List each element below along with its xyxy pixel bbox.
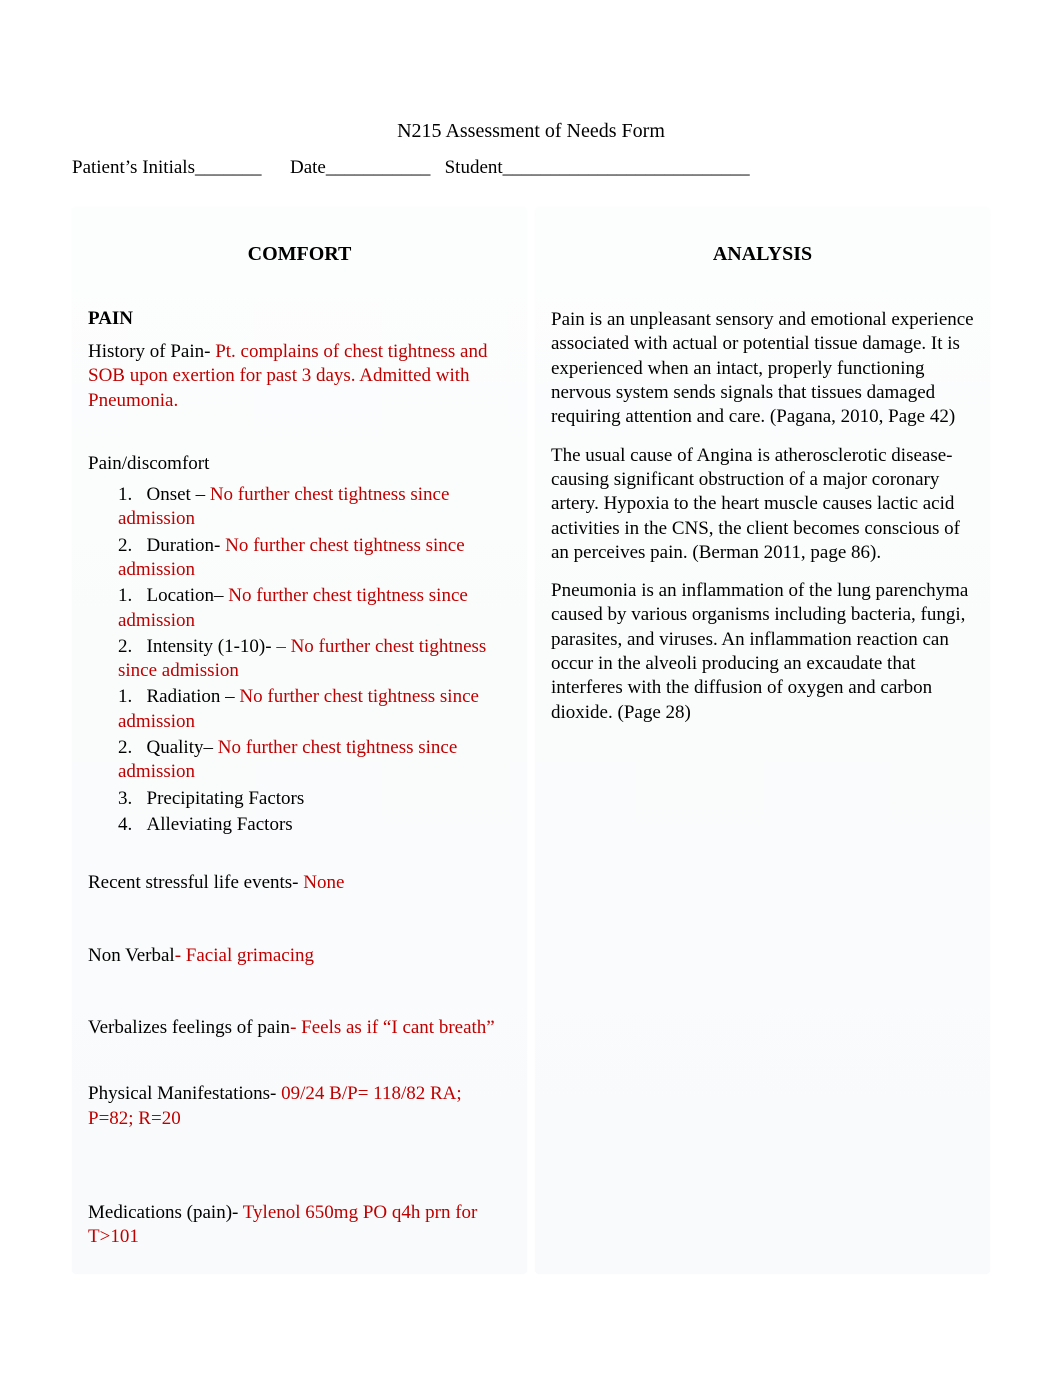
list-item: 1. Onset – No further chest tightness si… — [118, 483, 511, 532]
history-label: History of Pain- — [88, 341, 215, 362]
comfort-column: COMFORT PAIN History of Pain- Pt. compla… — [72, 207, 527, 1274]
list-item: 1. Location– No further chest tightness … — [118, 584, 511, 633]
list-item: 1. Radiation – No further chest tightnes… — [118, 685, 511, 734]
non-verbal: Non Verbal- Facial grimacing — [88, 944, 511, 968]
list-num: 1. — [118, 686, 132, 707]
list-item: 4. Alleviating Factors — [118, 813, 511, 837]
pain-label: PAIN — [88, 308, 511, 330]
verbalizes-value: - Feels as if “I cant breath” — [290, 1017, 495, 1038]
two-column-table: COMFORT PAIN History of Pain- Pt. compla… — [72, 207, 990, 1274]
nonverbal-value: - Facial grimacing — [175, 945, 314, 966]
list-label: Duration- — [147, 535, 226, 556]
list-num: 1. — [118, 585, 132, 606]
list-num: 1. — [118, 484, 132, 505]
list-item: 2. Duration- No further chest tightness … — [118, 534, 511, 583]
recent-stress: Recent stressful life events- None — [88, 871, 511, 895]
verbalizes-label: Verbalizes feelings of pain — [88, 1017, 290, 1038]
list-label: Precipitating Factors — [147, 788, 305, 809]
medications-label: Medications (pain)- — [88, 1202, 243, 1223]
list-num: 3. — [118, 788, 132, 809]
list-item: 2. Quality– No further chest tightness s… — [118, 736, 511, 785]
list-num: 2. — [118, 535, 132, 556]
document-page: N215 Assessment of Needs Form Patient’s … — [0, 0, 1062, 1377]
analysis-header: ANALYSIS — [551, 207, 974, 302]
pain-discomfort-list: 1. Onset – No further chest tightness si… — [88, 483, 511, 837]
pain-discomfort-label: Pain/discomfort — [88, 453, 511, 475]
list-label: Onset – — [147, 484, 210, 505]
recent-label: Recent stressful life events- — [88, 872, 303, 893]
physical-manifestations: Physical Manifestations- 09/24 B/P= 118/… — [88, 1082, 511, 1131]
list-label: Intensity (1-10)- — [147, 636, 277, 657]
list-item: 3. Precipitating Factors — [118, 787, 511, 811]
page-title: N215 Assessment of Needs Form — [72, 120, 990, 143]
list-label: Location– — [147, 585, 229, 606]
list-label: Radiation – — [147, 686, 240, 707]
physical-label: Physical Manifestations- — [88, 1083, 281, 1104]
analysis-column: ANALYSIS Pain is an unpleasant sensory a… — [535, 207, 990, 1274]
list-label: Alleviating Factors — [147, 814, 293, 835]
student-label: Student__________________________ — [445, 157, 750, 178]
list-num: 2. — [118, 737, 132, 758]
list-item: 2. Intensity (1-10)- – No further chest … — [118, 635, 511, 684]
recent-value: None — [303, 872, 344, 893]
date-label: Date___________ — [290, 157, 430, 178]
verbalizes-pain: Verbalizes feelings of pain- Feels as if… — [88, 1016, 511, 1040]
history-of-pain: History of Pain- Pt. complains of chest … — [88, 340, 511, 413]
analysis-paragraph-2: The usual cause of Angina is atheroscler… — [551, 444, 974, 566]
header-line: Patient’s Initials_______ Date__________… — [72, 157, 990, 179]
medications-pain: Medications (pain)- Tylenol 650mg PO q4h… — [88, 1201, 511, 1250]
initials-label: Patient’s Initials_______ — [72, 157, 261, 178]
list-num: 2. — [118, 636, 132, 657]
analysis-paragraph-1: Pain is an unpleasant sensory and emotio… — [551, 308, 974, 430]
nonverbal-label: Non Verbal — [88, 945, 175, 966]
comfort-header: COMFORT — [88, 207, 511, 302]
list-num: 4. — [118, 814, 132, 835]
analysis-paragraph-3: Pneumonia is an inflammation of the lung… — [551, 579, 974, 725]
list-label: Quality– — [147, 737, 218, 758]
